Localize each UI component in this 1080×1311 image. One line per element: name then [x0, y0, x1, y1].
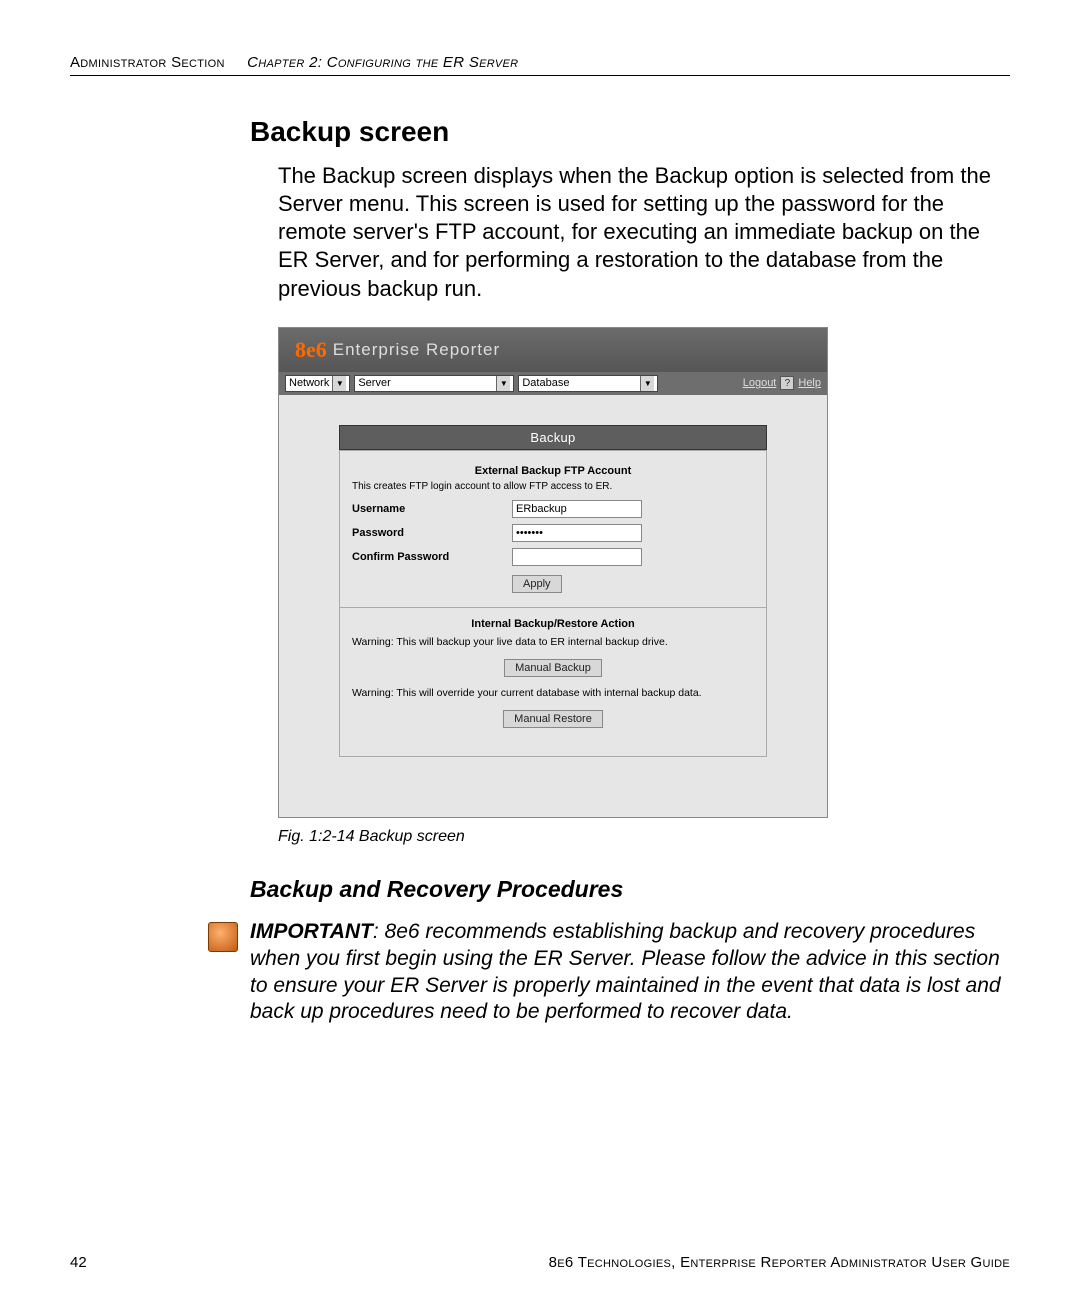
chevron-down-icon: ▼: [332, 376, 346, 391]
backup-warning: Warning: This will backup your live data…: [352, 636, 754, 648]
username-input[interactable]: [512, 500, 642, 518]
brand-logo: 8e6: [295, 337, 327, 363]
brand-name: Enterprise Reporter: [333, 340, 500, 360]
chevron-down-icon: ▼: [640, 376, 654, 391]
backup-panel: External Backup FTP Account This creates…: [339, 450, 767, 757]
section-title: Backup screen: [250, 116, 1010, 148]
important-icon: [208, 922, 238, 952]
app-title-bar: 8e6 Enterprise Reporter: [279, 328, 827, 372]
manual-backup-button[interactable]: Manual Backup: [504, 659, 602, 677]
ftp-section-title: External Backup FTP Account: [352, 465, 754, 477]
subsection-heading: Backup and Recovery Procedures: [250, 876, 1010, 903]
apply-button[interactable]: Apply: [512, 575, 562, 593]
menu-server[interactable]: Server ▼: [354, 375, 514, 392]
menu-network[interactable]: Network ▼: [285, 375, 350, 392]
help-link[interactable]: Help: [798, 377, 821, 389]
header-chapter: Chapter 2: Configuring the ER Server: [247, 54, 518, 71]
important-label: IMPORTANT: [250, 920, 373, 943]
confirm-password-label: Confirm Password: [352, 551, 512, 563]
menu-server-label: Server: [358, 377, 390, 389]
password-input[interactable]: [512, 524, 642, 542]
running-header: Administrator Section Chapter 2: Configu…: [70, 54, 1010, 76]
ftp-section-desc: This creates FTP login account to allow …: [352, 481, 754, 492]
password-label: Password: [352, 527, 512, 539]
username-label: Username: [352, 503, 512, 515]
chevron-down-icon: ▼: [496, 376, 510, 391]
restore-warning: Warning: This will override your current…: [352, 687, 754, 699]
figure-caption: Fig. 1:2-14 Backup screen: [278, 828, 1010, 846]
menu-database[interactable]: Database ▼: [518, 375, 658, 392]
header-section: Administrator Section: [70, 54, 225, 71]
page-footer: 42 8e6 Technologies, Enterprise Reporter…: [70, 1254, 1010, 1271]
app-menu-bar: Network ▼ Server ▼ Database ▼ Logout ? H…: [279, 372, 827, 395]
footer-guide-title: 8e6 Technologies, Enterprise Reporter Ad…: [549, 1254, 1010, 1271]
restore-section-title: Internal Backup/Restore Action: [352, 618, 754, 630]
page-number: 42: [70, 1254, 87, 1271]
help-icon[interactable]: ?: [780, 376, 794, 390]
logout-link[interactable]: Logout: [743, 377, 777, 389]
screenshot-figure: 8e6 Enterprise Reporter Network ▼ Server…: [278, 327, 828, 818]
menu-database-label: Database: [522, 377, 569, 389]
intro-paragraph: The Backup screen displays when the Back…: [278, 162, 1010, 303]
manual-restore-button[interactable]: Manual Restore: [503, 710, 603, 728]
menu-network-label: Network: [289, 377, 329, 389]
panel-title: Backup: [339, 425, 767, 450]
confirm-password-input[interactable]: [512, 548, 642, 566]
important-note: IMPORTANT: 8e6 recommends establishing b…: [208, 919, 1010, 1027]
